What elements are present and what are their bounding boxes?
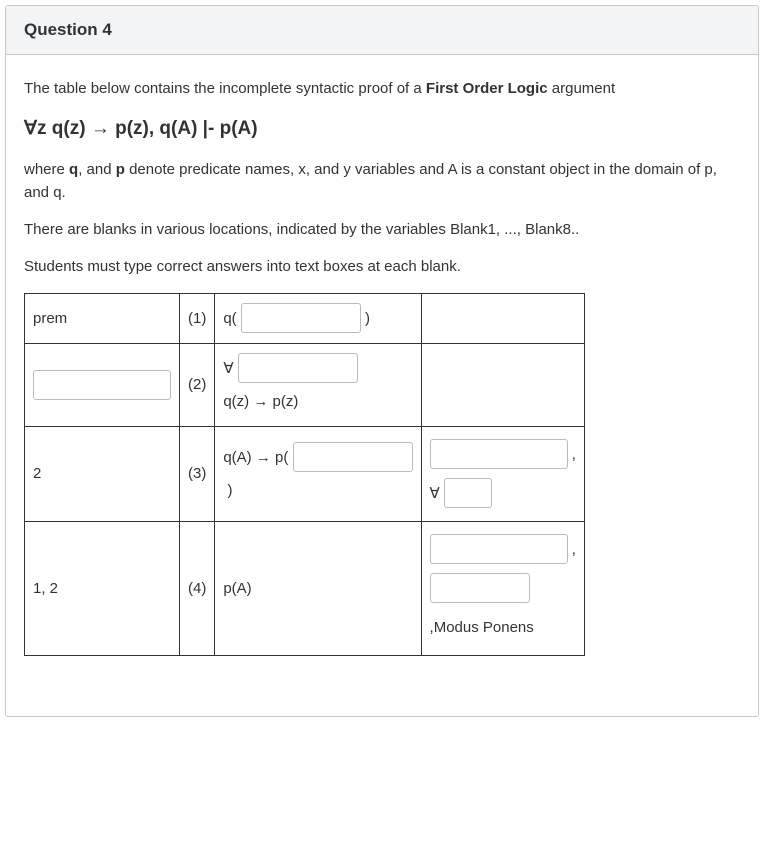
cell-premise: prem — [25, 293, 180, 343]
cell-formula: ∀ q(z) → p(z) — [215, 343, 421, 426]
blank-input[interactable] — [430, 534, 568, 564]
question-body: The table below contains the incomplete … — [6, 55, 758, 716]
table-row: 1, 2 (4) p(A) , ,Modus Ponens — [25, 521, 585, 655]
question-container: Question 4 The table below contains the … — [5, 5, 759, 717]
desc1-mid1: , and — [78, 161, 116, 178]
cell-linenum: (3) — [180, 426, 215, 521]
blank-input[interactable] — [444, 478, 492, 508]
intro-tail: argument — [548, 80, 616, 97]
desc1-p: p — [116, 161, 125, 178]
blank-input[interactable] — [238, 353, 358, 383]
table-row: prem (1) q( ) — [25, 293, 585, 343]
question-title: Question 4 — [24, 20, 740, 40]
desc1-tail: denote predicate names, x, and y variabl… — [24, 161, 717, 201]
formula-prefix: q(A) → p( — [223, 449, 292, 466]
formula-prefix: ∀ — [223, 360, 237, 377]
cell-formula: q( ) — [215, 293, 421, 343]
blank-input[interactable] — [241, 303, 361, 333]
desc1: where q, and p denote predicate names, x… — [24, 158, 740, 205]
cell-justification: , ,Modus Ponens — [421, 521, 584, 655]
cell-premise — [25, 343, 180, 426]
question-header: Question 4 — [6, 6, 758, 55]
desc1-q: q — [69, 161, 78, 178]
cell-justification — [421, 293, 584, 343]
cell-linenum: (1) — [180, 293, 215, 343]
formula-suffix: ) — [223, 482, 232, 499]
intro-text: The table below contains the incomplete … — [24, 80, 426, 97]
proof-table: prem (1) q( ) (2) ∀ q(z) → p(z) — [24, 293, 585, 656]
desc2: There are blanks in various locations, i… — [24, 218, 740, 241]
table-row: 2 (3) q(A) → p( ) , ∀ — [25, 426, 585, 521]
table-row: (2) ∀ q(z) → p(z) — [25, 343, 585, 426]
modus-ponens: ,Modus Ponens — [430, 619, 534, 636]
cell-linenum: (2) — [180, 343, 215, 426]
blank-input[interactable] — [430, 439, 568, 469]
blank-input[interactable] — [33, 370, 171, 400]
formula-line2: q(z) → p(z) — [223, 393, 298, 410]
forall-prefix: ∀ — [430, 485, 444, 502]
cell-justification — [421, 343, 584, 426]
blank-input[interactable] — [430, 573, 530, 603]
comma: , — [568, 446, 576, 463]
cell-formula: q(A) → p( ) — [215, 426, 421, 521]
cell-formula: p(A) — [215, 521, 421, 655]
comma: , — [568, 541, 576, 558]
desc1-pre: where — [24, 161, 69, 178]
desc3: Students must type correct answers into … — [24, 255, 740, 278]
formula-suffix: ) — [361, 310, 370, 327]
blank-input[interactable] — [293, 442, 413, 472]
cell-linenum: (4) — [180, 521, 215, 655]
intro-bold: First Order Logic — [426, 80, 548, 97]
formula: ∀z q(z) → p(z), q(A) |- p(A) — [24, 114, 740, 143]
cell-justification: , ∀ — [421, 426, 584, 521]
cell-premise: 1, 2 — [25, 521, 180, 655]
formula-prefix: q( — [223, 310, 241, 327]
intro-paragraph: The table below contains the incomplete … — [24, 77, 740, 100]
cell-premise: 2 — [25, 426, 180, 521]
